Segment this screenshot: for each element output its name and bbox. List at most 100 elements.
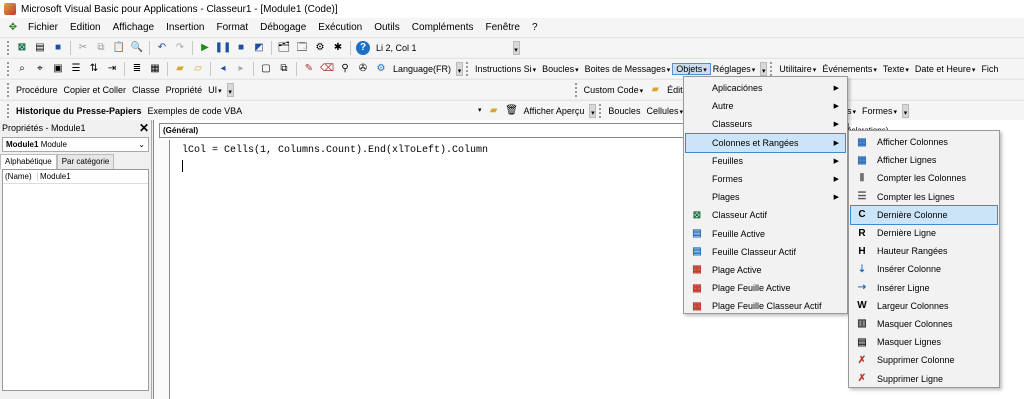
binoculars-icon[interactable]: ⌕ <box>15 62 29 76</box>
menu-item-supprimer-colonne[interactable]: ✗ Supprimer Colonne <box>851 351 997 369</box>
menu-fenetre[interactable]: Fenêtre <box>479 22 525 33</box>
folder-icon[interactable]: ▰ <box>648 83 662 97</box>
copy-icon[interactable]: ⧉ <box>94 41 108 55</box>
menu-complements[interactable]: Compléments <box>406 22 480 33</box>
clipboard-history-combo[interactable]: Exemples de code VBA ▾ <box>145 106 485 116</box>
menu-item-compter-les-lignes[interactable]: ☰ Compter les Lignes <box>851 188 997 206</box>
help-icon[interactable]: ? <box>356 40 370 55</box>
object-browser-icon[interactable]: ⚙ <box>313 41 327 55</box>
code-line[interactable]: lCol = Cells(1, Columns.Count).End(xlToL… <box>182 145 488 156</box>
close-icon[interactable]: ✕ <box>137 121 151 135</box>
custom-code-dropdown[interactable]: Custom Code▾ <box>581 85 647 95</box>
insert-module-icon[interactable]: ▤ <box>33 41 47 55</box>
toolbar-grip[interactable] <box>7 103 10 118</box>
undo-icon[interactable]: ↶ <box>155 41 169 55</box>
ui-dropdown[interactable]: UI▾ <box>205 85 225 95</box>
tree-icon[interactable]: ⚲ <box>338 62 352 76</box>
settings-icon[interactable]: ⚙ <box>374 62 388 76</box>
menu-format[interactable]: Format <box>210 22 254 33</box>
classe-button[interactable]: Classe <box>129 85 163 95</box>
tab-alphabetique[interactable]: Alphabétique <box>0 154 57 169</box>
menu-item-largeur-colonnes[interactable]: W Largeur Colonnes <box>851 297 997 315</box>
toolbar-overflow-button[interactable]: ▾ <box>902 103 910 118</box>
find-replace-icon[interactable]: ⌖ <box>33 62 47 76</box>
menu-item-plages[interactable]: Plages ▶ <box>686 188 845 206</box>
menu-item-classeur-actif[interactable]: ⊠ Classeur Actif <box>686 206 845 224</box>
excel-view-icon[interactable]: ⊠ <box>15 41 29 55</box>
property-value[interactable]: Module1 <box>38 172 71 181</box>
vba-menu-icon[interactable]: ✥ <box>6 21 20 35</box>
align-icon[interactable]: ≣ <box>130 62 144 76</box>
menu-boucles[interactable]: Boucles▾ <box>539 64 582 74</box>
redo-icon[interactable]: ↷ <box>173 41 187 55</box>
toolbar-overflow-button[interactable]: ▾ <box>226 82 234 97</box>
find-icon[interactable]: 🔍 <box>130 41 144 55</box>
folder-open-icon[interactable]: ▱ <box>191 62 205 76</box>
list-icon[interactable]: ☰ <box>69 62 83 76</box>
menu-item-masquer-colonnes[interactable]: ▥ Masquer Colonnes <box>851 315 997 333</box>
menu-texte[interactable]: Texte▾ <box>880 64 912 74</box>
menu-item-colonnes-et-rangees[interactable]: Colonnes et Rangées ▶ <box>685 132 846 153</box>
editor-margin[interactable] <box>154 140 170 399</box>
clear-icon[interactable]: ⌫ <box>320 62 334 76</box>
menu-item-afficher-colonnes[interactable]: ▦ Afficher Colonnes <box>851 133 997 151</box>
copier-coller-button[interactable]: Copier et Coller <box>61 85 130 95</box>
reset-icon[interactable]: ■ <box>234 41 248 55</box>
toolbar-grip[interactable] <box>574 82 578 97</box>
toolbox-icon[interactable]: ✱ <box>331 41 345 55</box>
back-icon[interactable]: ◂ <box>216 62 230 76</box>
indent-icon[interactable]: ⇥ <box>105 62 119 76</box>
menu-item-hauteur-rangees[interactable]: H Hauteur Rangées <box>851 242 997 260</box>
menu-objets[interactable]: Objets▾ <box>672 62 711 75</box>
properties-icon[interactable]: 🗔 <box>295 41 309 55</box>
cut-icon[interactable]: ✂ <box>76 41 90 55</box>
language-dropdown[interactable]: Language(FR) <box>390 64 454 74</box>
menu-item-plage-feuille-active[interactable]: ▦ Plage Feuille Active <box>686 279 845 297</box>
cellules-dropdown[interactable]: Cellules▾ <box>643 106 686 116</box>
menu-item-classeurs[interactable]: Classeurs ▶ <box>686 115 845 133</box>
toolbar-overflow-button[interactable]: ▾ <box>760 61 768 76</box>
menu-instructions-si[interactable]: Instructions Si▾ <box>472 64 539 74</box>
table-icon[interactable]: ▦ <box>148 62 162 76</box>
menu-item-autre[interactable]: Autre ▶ <box>686 97 845 115</box>
menu-item-derniere-ligne[interactable]: R Dernière Ligne <box>851 224 997 242</box>
toolbar-grip[interactable] <box>770 61 773 76</box>
menu-item-plage-feuille-classeur-actif[interactable]: ▦ Plage Feuille Classeur Actif <box>686 297 845 315</box>
delete-icon[interactable]: 🗑 <box>505 104 519 118</box>
menu-item-afficher-lignes[interactable]: ▦ Afficher Lignes <box>851 151 997 169</box>
menu-item-feuille-active[interactable]: ▤ Feuille Active <box>686 225 845 243</box>
toolbar-grip[interactable] <box>599 103 602 118</box>
comment-icon[interactable]: ▣ <box>51 62 65 76</box>
windows-icon[interactable]: ⧉ <box>277 62 291 76</box>
menu-affichage[interactable]: Affichage <box>107 22 161 33</box>
menu-boites-de-messages[interactable]: Boites de Messages▾ <box>582 64 674 74</box>
menu-item-inserer-colonne[interactable]: ⇣ Insérer Colonne <box>851 260 997 278</box>
menu-edition[interactable]: Edition <box>64 22 107 33</box>
property-row[interactable]: (Name) Module1 <box>3 170 148 184</box>
menu-evenements[interactable]: Événements▾ <box>819 64 880 74</box>
toolbar-grip[interactable] <box>7 40 10 55</box>
break-icon[interactable]: ❚❚ <box>215 41 232 55</box>
toolbar-overflow-button[interactable]: ▾ <box>456 61 464 76</box>
procedure-button[interactable]: Procédure <box>13 85 61 95</box>
menu-item-derniere-colonne[interactable]: C Dernière Colonne <box>850 204 998 225</box>
menu-execution[interactable]: Exécution <box>312 22 368 33</box>
toolbar-grip[interactable] <box>7 82 10 97</box>
menu-item-plage-active[interactable]: ▦ Plage Active <box>686 261 845 279</box>
menu-item-aplicaciones[interactable]: Aplicaciónes ▶ <box>686 79 845 97</box>
menu-utilitaire[interactable]: Utilitaire▾ <box>776 64 819 74</box>
properties-object-combo[interactable]: Module1 Module ⌄ <box>2 137 149 152</box>
sort-icon[interactable]: ⇅ <box>87 62 101 76</box>
tab-par-categorie[interactable]: Par catégorie <box>56 154 115 169</box>
design-mode-icon[interactable]: ◩ <box>252 41 266 55</box>
afficher-apercu-button[interactable]: Afficher Aperçu <box>521 106 588 116</box>
toolbar-overflow-button[interactable]: ▾ <box>512 40 520 55</box>
menu-fichier[interactable]: Fichier <box>22 22 64 33</box>
tools-icon[interactable]: ✇ <box>356 62 370 76</box>
menu-reglages[interactable]: Réglages▾ <box>710 64 759 74</box>
paste-history-icon[interactable]: ▰ <box>487 104 501 118</box>
folder-icon[interactable]: ▰ <box>173 62 187 76</box>
code-icon[interactable]: ✎ <box>302 62 316 76</box>
propriete-button[interactable]: Propriété <box>163 85 206 95</box>
formes-dropdown[interactable]: Formes▾ <box>859 106 900 116</box>
